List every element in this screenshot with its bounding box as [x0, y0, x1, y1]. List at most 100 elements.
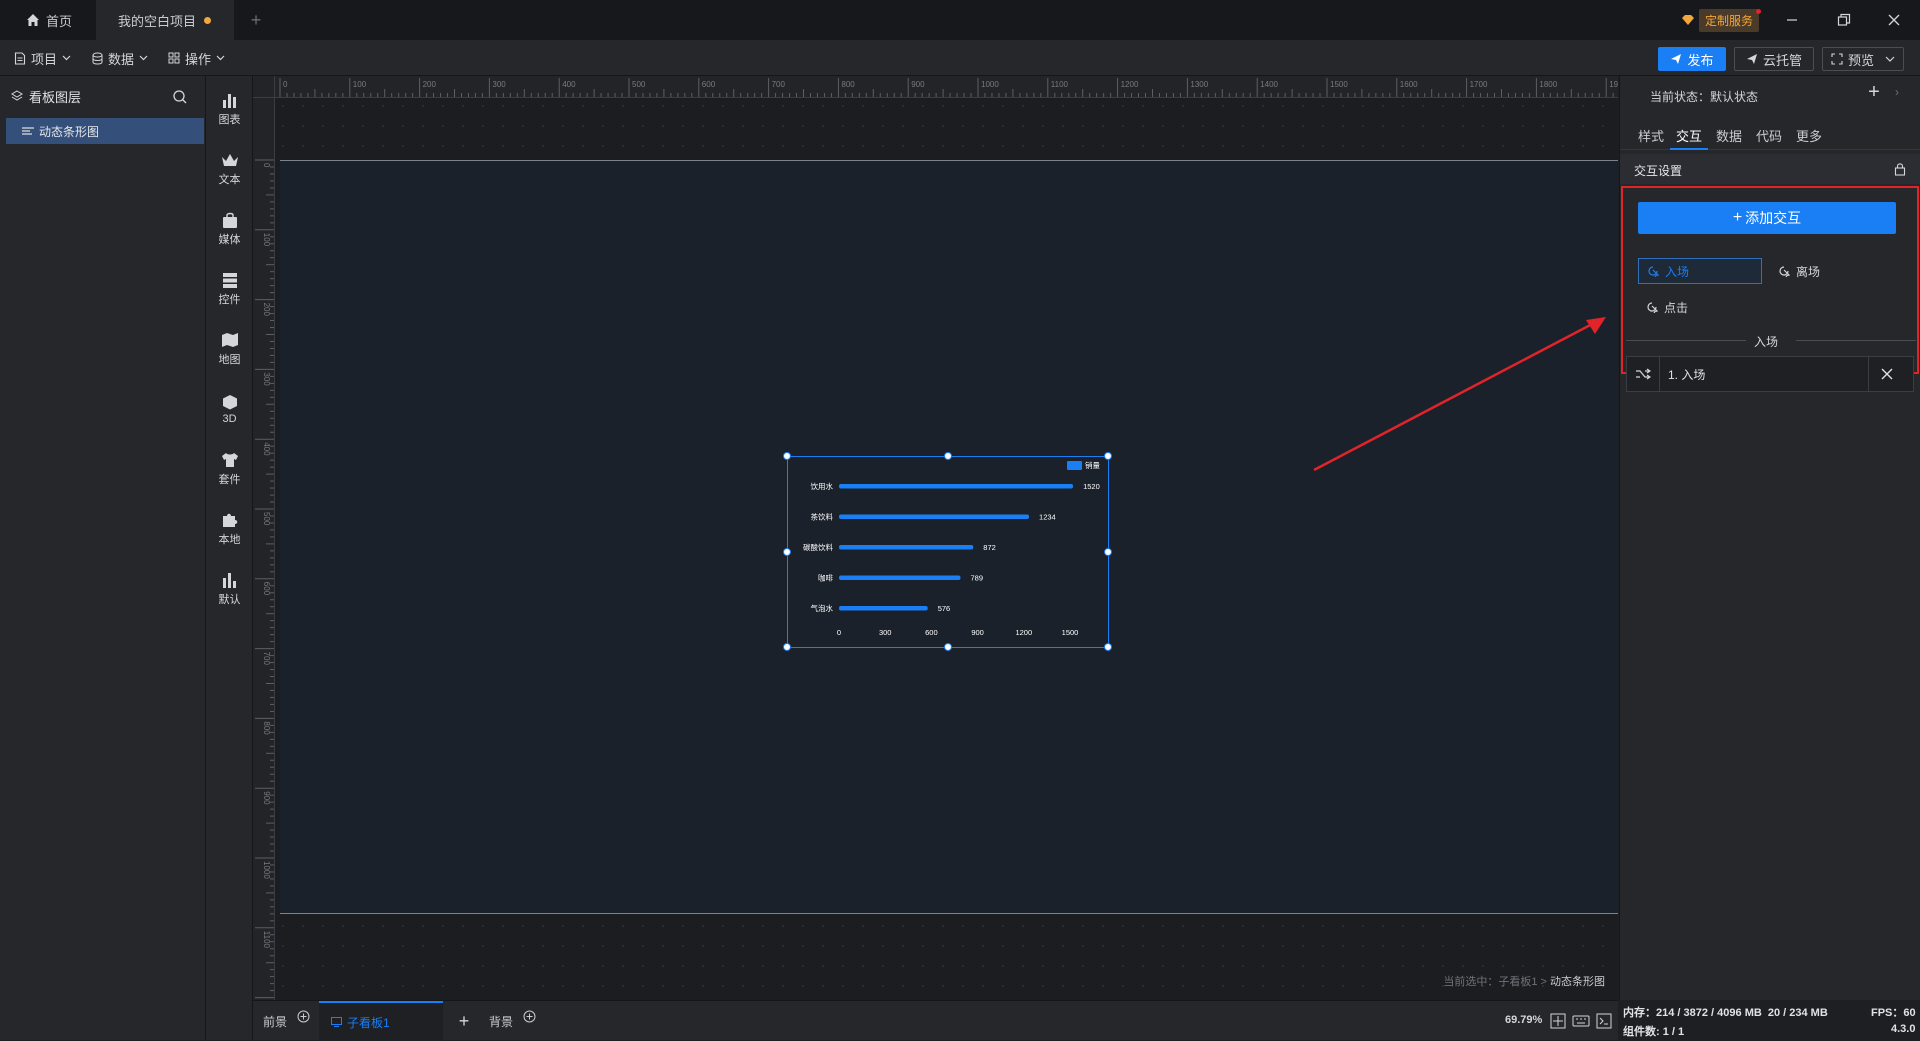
home-icon — [27, 14, 39, 26]
console-button[interactable] — [1596, 1013, 1612, 1029]
tab-code[interactable]: 代码 — [1756, 126, 1782, 145]
fps-info: FPS：60 — [1871, 1004, 1916, 1020]
close-window-button[interactable] — [1886, 12, 1902, 28]
bar[interactable] — [839, 514, 1030, 520]
current-state-value[interactable]: 默认状态 — [1710, 90, 1758, 104]
section-title: 交互设置 — [1634, 164, 1683, 178]
fit-screen-button[interactable] — [1550, 1013, 1566, 1029]
legend-swatch — [1067, 461, 1082, 470]
foreground-tab[interactable]: 前景 — [263, 1001, 310, 1041]
memory-value2: 20 / 234 MB — [1767, 1007, 1828, 1019]
menu-operate[interactable]: 操作 — [168, 40, 225, 76]
tab-data[interactable]: 数据 — [1716, 126, 1742, 145]
document-icon — [14, 51, 26, 65]
bar[interactable] — [839, 545, 974, 550]
bar[interactable] — [839, 484, 1074, 489]
bar-chart-icon — [222, 93, 236, 108]
trigger-enter[interactable]: 入场 — [1638, 258, 1762, 284]
trigger-leave[interactable]: 离场 — [1770, 258, 1894, 284]
ruler-tick-label: 500 — [632, 80, 646, 89]
ruler-tick-label: 700 — [262, 652, 271, 666]
rail-item-text[interactable]: 文本 — [206, 144, 253, 194]
rail-item-default[interactable]: 默认 — [206, 564, 253, 614]
rail-item-media[interactable]: 媒体 — [206, 204, 253, 254]
custom-service-button[interactable]: 定制服务 — [1681, 8, 1762, 32]
bar[interactable] — [839, 606, 928, 611]
pointer-click-icon — [1647, 302, 1658, 313]
trigger-label: 点击 — [1664, 300, 1689, 315]
add-state-button[interactable]: + — [1864, 82, 1884, 102]
ruler-horizontal[interactable]: 0 100 200 300 400 500 600 700 800 900 1000 1100 1200… — [253, 76, 1618, 98]
zoom-level[interactable]: 69.79% — [1505, 1014, 1542, 1026]
add-interaction-button[interactable]: + 添加交互 — [1638, 202, 1896, 234]
resize-handle-bl[interactable] — [783, 643, 791, 651]
memory-label: 内存： — [1623, 1007, 1656, 1019]
rail-item-label: 默认 — [218, 593, 241, 606]
x-tick-label: 0 — [837, 628, 841, 637]
ruler-tick-label: 900 — [262, 791, 271, 805]
rail-item-suite[interactable]: 套件 — [206, 444, 253, 494]
keyboard-button[interactable] — [1572, 1013, 1590, 1029]
trigger-click[interactable]: 点击 — [1638, 294, 1762, 320]
sub-board-tab[interactable]: 子看板1 — [319, 1001, 443, 1041]
annotation-arrow — [1313, 317, 1606, 472]
restore-button[interactable] — [1836, 12, 1852, 28]
interaction-item[interactable]: 1. 入场 — [1626, 356, 1914, 392]
background-tab[interactable]: 背景 — [489, 1001, 536, 1041]
add-circle-icon[interactable] — [523, 1010, 536, 1023]
menu-data[interactable]: 数据 — [92, 40, 148, 76]
x-tick-label: 900 — [971, 628, 984, 637]
rail-item-control[interactable]: 控件 — [206, 264, 253, 314]
component-count: 组件数: 1 / 1 — [1623, 1026, 1685, 1038]
delete-icon[interactable] — [1881, 368, 1893, 380]
layer-search-button[interactable] — [172, 89, 188, 105]
menu-project[interactable]: 项目 — [14, 40, 71, 76]
restore-icon — [1837, 13, 1851, 26]
layer-item[interactable]: 动态条形图 — [6, 118, 204, 144]
add-circle-icon[interactable] — [297, 1010, 310, 1023]
bar-chart-widget[interactable]: 销量 饮用水 1520 茶饮料 1234 碳酸饮料 872 咖啡 789 气泡水 576 0 300… — [783, 452, 1112, 651]
rail-item-3d[interactable]: 3D — [206, 384, 253, 434]
rail-item-chart[interactable]: 图表 — [206, 84, 253, 134]
chevron-down-icon — [1885, 56, 1895, 62]
tab-interaction[interactable]: 交互 — [1676, 126, 1702, 145]
chevron-right-icon[interactable]: › — [1895, 85, 1899, 99]
chevron-down-icon — [62, 55, 71, 61]
ruler-tick-label: 800 — [262, 721, 271, 735]
resize-handle-br[interactable] — [1104, 643, 1112, 651]
tab-more[interactable]: 更多 — [1796, 126, 1822, 145]
tab-style[interactable]: 样式 — [1638, 126, 1664, 145]
chart-bars: 饮用水 1520 茶饮料 1234 碳酸饮料 872 咖啡 789 气泡水 576 — [803, 481, 1100, 613]
resize-handle-tr[interactable] — [1104, 452, 1112, 460]
resize-handle-mr[interactable] — [1104, 548, 1112, 556]
resize-handle-bm[interactable] — [944, 643, 952, 651]
bar-value-label: 1234 — [1039, 513, 1056, 522]
rail-item-local[interactable]: 本地 — [206, 504, 253, 554]
resize-handle-tm[interactable] — [944, 452, 952, 460]
new-tab-button[interactable]: + — [246, 10, 266, 30]
bar[interactable] — [839, 575, 961, 581]
publish-button[interactable]: 发布 — [1658, 47, 1726, 71]
selection-breadcrumb-current[interactable]: 动态条形图 — [1550, 976, 1605, 988]
tab-project[interactable]: 我的空白项目 — [96, 0, 234, 40]
tab-home[interactable]: 首页 — [16, 0, 92, 40]
rail-item-map[interactable]: 地图 — [206, 324, 253, 374]
current-state: 当前状态：默认状态 — [1650, 88, 1758, 105]
ruler-vertical[interactable]: 0 100 200 300 400 500 600 700 800 900 1000 1100 — [253, 76, 275, 1000]
fps-value: 60 — [1903, 1007, 1916, 1019]
resize-handle-tl[interactable] — [783, 452, 791, 460]
cloud-host-button[interactable]: 云托管 — [1734, 47, 1814, 71]
lock-icon[interactable] — [1894, 162, 1906, 176]
ruler-tick-label: 100 — [262, 233, 271, 247]
preview-button[interactable]: 预览 — [1822, 47, 1904, 71]
add-board-button[interactable]: + — [454, 1011, 474, 1031]
minimize-button[interactable] — [1784, 12, 1800, 28]
search-icon — [173, 90, 187, 104]
ruler-tick-label: 1700 — [1470, 80, 1488, 89]
layer-panel-title: 看板图层 — [29, 89, 82, 105]
notification-dot — [1756, 9, 1762, 14]
ruler-tick-label: 600 — [262, 582, 271, 596]
resize-handle-ml[interactable] — [783, 548, 791, 556]
memory-info: 内存：214 / 3872 / 4096 MB 20 / 234 MB — [1623, 1004, 1828, 1020]
rail-item-label: 媒体 — [218, 233, 241, 246]
